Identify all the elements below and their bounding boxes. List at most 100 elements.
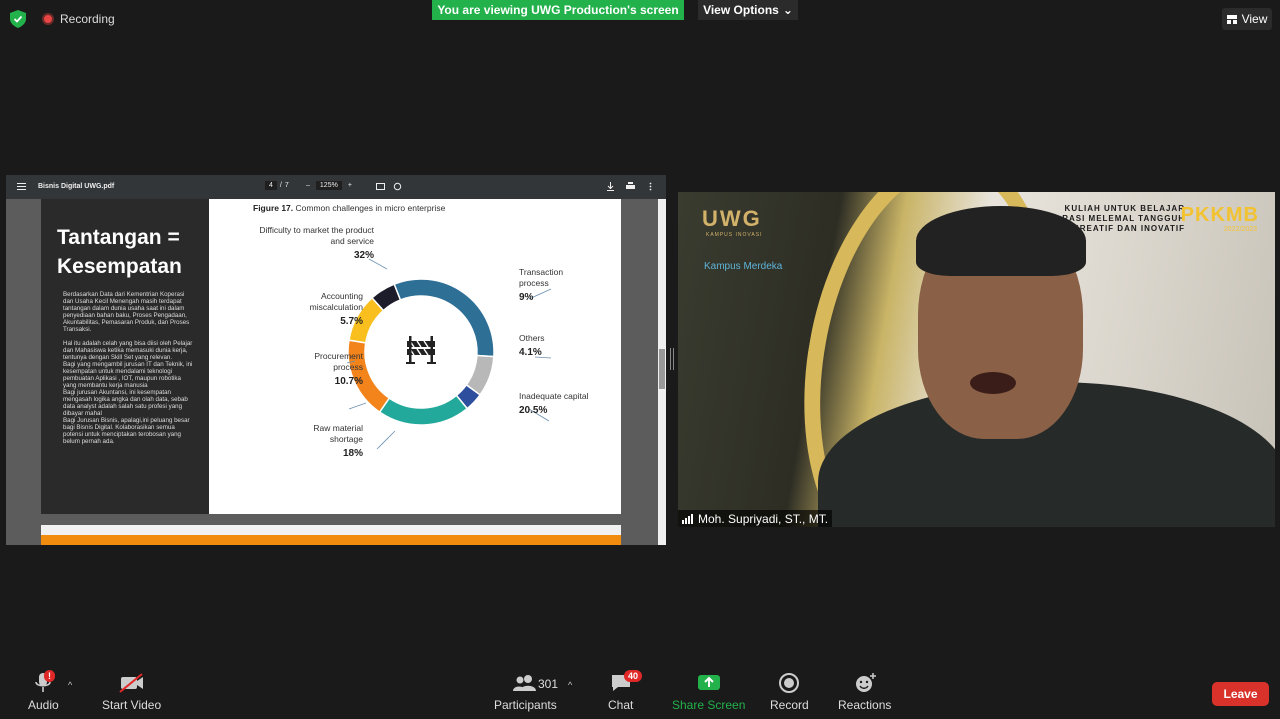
zoom-in-button[interactable]: +	[348, 182, 352, 189]
label-accounting-text: Accounting miscalculation	[309, 291, 363, 312]
chevron-down-icon: ⌄	[782, 3, 793, 17]
road-barrier-icon	[406, 336, 436, 364]
label-accounting-value: 5.7%	[340, 316, 363, 327]
grid-view-icon	[1226, 14, 1237, 24]
recording-dot-icon	[42, 13, 54, 25]
zoom-level[interactable]: 125%	[315, 181, 342, 190]
figure-caption: Figure 17. Common challenges in micro en…	[253, 203, 445, 213]
label-others: Others 4.1%	[519, 333, 579, 358]
leader-line	[348, 402, 367, 410]
label-transaction: Transaction process 9%	[519, 267, 579, 303]
reactions-button[interactable]: Reactions	[838, 672, 891, 712]
pdf-page-separator: /	[279, 182, 282, 189]
reactions-icon	[855, 673, 876, 692]
menu-icon[interactable]	[17, 182, 26, 191]
fit-page-icon[interactable]	[376, 182, 385, 191]
pdf-scroll-thumb[interactable]	[659, 349, 665, 389]
video-off-icon	[118, 673, 143, 693]
print-icon[interactable]	[626, 182, 635, 191]
record-icon	[779, 673, 800, 693]
top-bar: Recording You are viewing UWG Production…	[0, 0, 1280, 36]
pkkmb-logo: PKKMB	[1180, 204, 1259, 226]
shared-screen[interactable]: Bisnis Digital UWG.pdf 4 / 7 – 125% + Ta…	[6, 175, 666, 545]
participant-name-tag: Moh. Supriyadi, ST., MT.	[678, 510, 833, 527]
person-hair	[916, 206, 1086, 276]
start-video-button[interactable]: Start Video	[102, 672, 161, 712]
pdf-slide: Tantangan = Kesempatan Berdasarkan Data …	[41, 199, 621, 514]
next-slide-bar	[41, 535, 621, 545]
audio-button[interactable]: ! Audio	[28, 670, 59, 712]
pdf-page-input[interactable]: 4	[265, 181, 277, 190]
signal-strength-icon	[682, 513, 693, 524]
viewing-banner: You are viewing UWG Production's screen	[432, 0, 684, 20]
label-procurement-value: 10.7%	[334, 376, 363, 387]
label-procurement: Procurement process 10.7%	[286, 351, 363, 387]
kampus-merdeka-logo: Kampus Merdeka	[704, 261, 783, 272]
pdf-page-total: 7	[284, 182, 289, 189]
label-market-value: 32%	[353, 250, 374, 261]
participants-options-caret[interactable]: ^	[568, 680, 572, 690]
record-label: Record	[770, 698, 809, 712]
reactions-label: Reactions	[838, 698, 892, 712]
label-market-text: Difficulty to market the product and ser…	[259, 225, 374, 246]
security-shield-icon[interactable]	[10, 10, 26, 28]
label-transaction-value: 9%	[519, 292, 534, 303]
download-icon[interactable]	[606, 182, 615, 191]
share-screen-label: Share Screen	[672, 698, 746, 712]
label-others-value: 4.1%	[519, 347, 542, 358]
participant-name: Moh. Supriyadi, ST., MT.	[698, 511, 829, 526]
label-accounting: Accounting miscalculation 5.7%	[271, 291, 363, 327]
participants-icon	[513, 675, 537, 691]
view-options-button[interactable]: View Options ⌄	[698, 0, 798, 20]
participants-count: 301	[538, 677, 559, 691]
recording-indicator[interactable]: Recording	[42, 12, 115, 26]
audio-options-caret[interactable]: ^	[68, 680, 72, 690]
slide-text-panel: Tantangan = Kesempatan Berdasarkan Data …	[41, 199, 209, 514]
pdf-scrollbar[interactable]	[658, 199, 666, 545]
uwg-logo-subtitle: KAMPUS INOVASI	[706, 232, 763, 238]
participant-video[interactable]: UWG KAMPUS INOVASI Kampus Merdeka KULIAH…	[678, 192, 1275, 527]
audio-warning-badge: !	[44, 670, 55, 682]
slide-title: Tantangan = Kesempatan	[57, 226, 182, 278]
audio-label: Audio	[28, 698, 59, 712]
view-button[interactable]: View	[1222, 8, 1272, 30]
label-capital-value: 20.5%	[519, 405, 548, 416]
label-market: Difficulty to market the product and ser…	[259, 225, 374, 261]
start-video-label: Start Video	[102, 698, 162, 712]
label-raw-material-value: 18%	[342, 448, 363, 459]
record-button[interactable]: Record	[770, 672, 809, 712]
panel-resize-handle[interactable]	[670, 348, 674, 370]
pdf-page-indicator: 4 / 7	[265, 181, 289, 190]
more-options-icon[interactable]	[646, 182, 655, 191]
label-raw-material-text: Raw material shortage	[313, 423, 363, 444]
pdf-toolbar: Bisnis Digital UWG.pdf 4 / 7 – 125% +	[6, 175, 666, 199]
leader-line	[376, 430, 396, 450]
share-screen-icon	[697, 675, 720, 690]
meeting-toolbar: ! Audio ^ Start Video Participants ^ 40 …	[0, 664, 1280, 719]
leave-button[interactable]: Leave	[1212, 682, 1269, 706]
participants-label: Participants	[494, 698, 557, 712]
chat-button[interactable]: 40 Chat	[608, 670, 643, 712]
recording-label: Recording	[60, 12, 115, 26]
share-screen-button[interactable]: Share Screen	[672, 672, 745, 712]
slide-body: Berdasarkan Data dari Kementrian Koperas…	[63, 291, 193, 445]
uwg-logo: UWG	[702, 206, 762, 231]
next-slide-preview	[41, 525, 621, 545]
pdf-file-name: Bisnis Digital UWG.pdf	[38, 183, 115, 190]
figure-label: Figure 17.	[253, 203, 294, 213]
label-procurement-text: Procurement process	[314, 351, 363, 372]
view-options-label: View Options	[703, 3, 779, 17]
pdf-zoom-controls: – 125% +	[306, 181, 352, 190]
view-button-label: View	[1241, 12, 1268, 26]
label-raw-material: Raw material shortage 18%	[286, 423, 363, 459]
label-capital-text: Inadequate capital	[519, 391, 589, 401]
zoom-out-button[interactable]: –	[306, 182, 310, 189]
pkkmb-year: 2022/2023	[1223, 226, 1257, 233]
person-mouth	[970, 372, 1016, 394]
rotate-icon[interactable]	[393, 182, 402, 191]
chat-label: Chat	[608, 698, 634, 712]
label-others-text: Others	[519, 333, 545, 343]
chat-unread-badge: 40	[624, 670, 643, 682]
donut-slice	[378, 394, 469, 426]
label-transaction-text: Transaction process	[519, 267, 564, 288]
